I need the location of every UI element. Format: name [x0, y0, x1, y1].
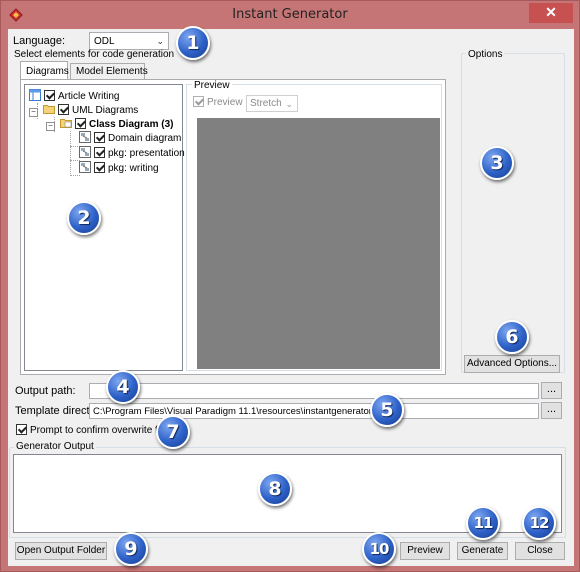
preview-group: Preview Preview Stretch ⌄ [186, 80, 442, 371]
callout-badge: 7 [156, 415, 190, 449]
callout-badge: 5 [370, 393, 404, 427]
class-diagram-icon [79, 146, 91, 158]
domain-diagram-checkbox[interactable] [94, 132, 105, 143]
chevron-down-icon: ⌄ [156, 36, 164, 46]
pkg-writing-checkbox[interactable] [94, 162, 105, 173]
collapse-toggle-icon[interactable]: − [46, 122, 55, 131]
folder-icon [60, 119, 72, 128]
callout-badge: 12 [522, 506, 556, 540]
preview-scale-select[interactable]: Stretch ⌄ [246, 95, 298, 112]
callout-badge: 10 [362, 532, 396, 566]
options-label: Options [466, 49, 505, 60]
output-path-input[interactable] [89, 383, 539, 399]
tree-node-pkg-presentation[interactable]: pkg: presentation [79, 146, 185, 160]
title-bar[interactable]: Instant Generator ✕ [1, 1, 579, 29]
callout-badge: 11 [466, 506, 500, 540]
class-diagram-icon [79, 161, 91, 173]
class-diagram-checkbox[interactable] [75, 118, 86, 129]
preview-scale-value: Stretch [250, 98, 282, 109]
callout-badge: 9 [114, 532, 148, 566]
root-checkbox[interactable] [44, 90, 55, 101]
tree-node-label: Class Diagram (3) [89, 119, 174, 130]
tree-node-pkg-writing[interactable]: pkg: writing [79, 161, 159, 175]
preview-group-label: Preview [192, 80, 232, 91]
callout-badge: 4 [106, 370, 140, 404]
prompt-overwrite-label: Prompt to confirm overwrite file [30, 425, 168, 436]
tab-model-elements[interactable]: Model Elements [70, 63, 148, 80]
preview-checkbox-row[interactable]: Preview [193, 96, 243, 110]
generate-button[interactable]: Generate [457, 542, 508, 560]
collapse-toggle-icon[interactable]: − [29, 108, 38, 117]
select-elements-label: Select elements for code generation [14, 49, 175, 60]
callout-badge: 1 [176, 26, 210, 60]
uml-diagrams-checkbox[interactable] [58, 104, 69, 115]
folder-icon [43, 105, 55, 114]
callout-badge: 8 [258, 472, 292, 506]
class-diagram-icon [79, 131, 91, 143]
callout-badge: 6 [495, 320, 529, 354]
tab-diagrams[interactable]: Diagrams [20, 61, 69, 80]
preview-canvas [197, 118, 440, 369]
template-directory-browse-button[interactable]: ... [541, 402, 562, 419]
tree-node-uml-diagrams[interactable]: UML Diagrams [43, 103, 138, 117]
diagram-tree[interactable]: Article Writing − UML Diagrams − Class D… [24, 84, 185, 371]
prompt-overwrite-row[interactable]: Prompt to confirm overwrite file [16, 424, 168, 438]
instant-generator-window: Instant Generator ✕ Language: ODL ⌄ Sele… [0, 0, 580, 572]
prompt-overwrite-checkbox[interactable] [16, 424, 27, 435]
window-close-button[interactable]: ✕ [529, 3, 573, 23]
tree-connector [70, 175, 80, 176]
chevron-down-icon: ⌄ [285, 99, 293, 109]
callout-badge: 3 [480, 146, 514, 180]
language-label: Language: [13, 35, 65, 47]
output-path-browse-button[interactable]: ... [541, 382, 562, 399]
template-directory-input[interactable]: C:\Program Files\Visual Paradigm 11.1\re… [89, 403, 539, 419]
callout-badge: 2 [67, 201, 101, 235]
preview-checkbox-label: Preview [207, 97, 243, 108]
tree-node-label: UML Diagrams [72, 105, 139, 116]
preview-checkbox[interactable] [193, 96, 204, 107]
open-output-folder-button[interactable]: Open Output Folder [15, 542, 107, 560]
pkg-presentation-checkbox[interactable] [94, 147, 105, 158]
language-select[interactable]: ODL ⌄ [89, 32, 169, 50]
generator-output-label: Generator Output [14, 441, 96, 452]
output-path-label: Output path: [15, 385, 76, 397]
tree-node-label: pkg: writing [108, 163, 159, 174]
tree-node-root[interactable]: Article Writing [29, 89, 120, 103]
project-icon [29, 89, 41, 101]
advanced-options-button[interactable]: Advanced Options... [464, 355, 560, 373]
tree-node-label: pkg: presentation [108, 148, 185, 159]
language-value: ODL [94, 36, 115, 47]
tree-node-label: Article Writing [58, 91, 120, 102]
tree-node-label: Domain diagram [108, 133, 182, 144]
preview-button[interactable]: Preview [400, 542, 450, 560]
window-title: Instant Generator [232, 7, 348, 22]
tree-node-class-diagram[interactable]: Class Diagram (3) [60, 117, 173, 131]
tree-node-domain-diagram[interactable]: Domain diagram [79, 131, 181, 145]
tree-connector [70, 131, 71, 176]
close-button[interactable]: Close [515, 542, 565, 560]
